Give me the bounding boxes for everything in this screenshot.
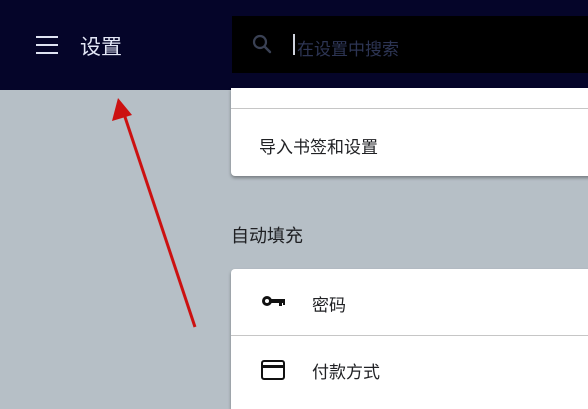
annotation-arrow (112, 98, 197, 328)
